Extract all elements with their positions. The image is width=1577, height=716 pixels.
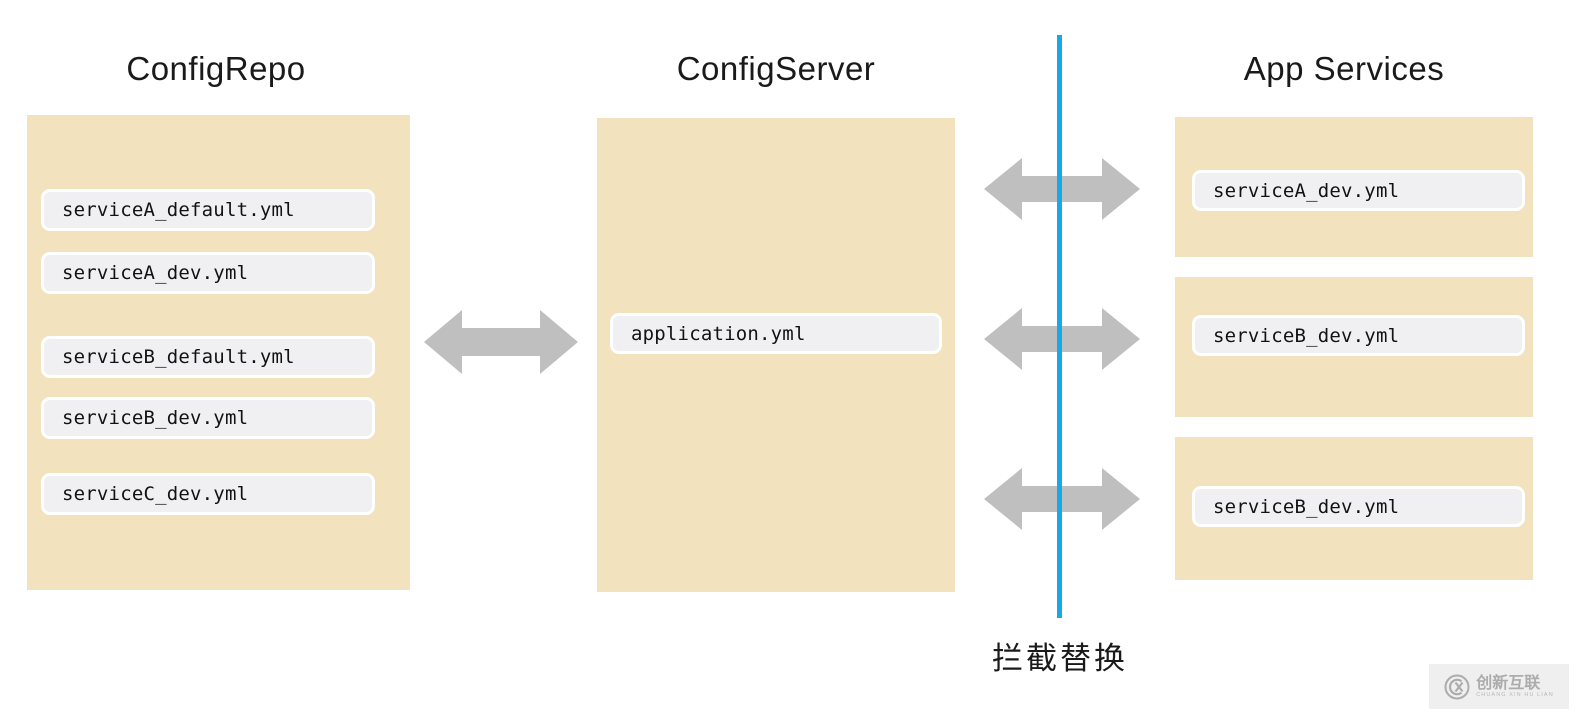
config-server-panel [597, 118, 955, 592]
config-repo-file-chip[interactable]: serviceB_default.yml [41, 336, 375, 378]
double-arrow-icon [424, 310, 578, 374]
interception-line [1057, 35, 1062, 618]
app-service-file-chip[interactable]: serviceB_dev.yml [1192, 315, 1525, 356]
app-service-file-chip[interactable]: serviceB_dev.yml [1192, 486, 1525, 527]
watermark-brand-pinyin: CHUANG XIN HU LIAN [1476, 691, 1554, 698]
watermark-text-block: 创新互联 CHUANG XIN HU LIAN [1476, 672, 1554, 699]
arrow-server-to-app-service-2 [984, 305, 1140, 373]
double-arrow-icon [984, 468, 1140, 530]
config-repo-file-chip[interactable]: serviceA_default.yml [41, 189, 375, 231]
arrow-repo-to-server [424, 306, 578, 378]
intercept-caption: 拦截替换 [992, 641, 1128, 677]
config-repo-file-chip[interactable]: serviceC_dev.yml [41, 473, 375, 515]
diagram-canvas: ConfigRepo ConfigServer App Services ser… [0, 0, 1577, 716]
config-server-file-chip[interactable]: application.yml [610, 313, 942, 354]
arrow-server-to-app-service-3 [984, 465, 1140, 533]
app-service-file-chip[interactable]: serviceA_dev.yml [1192, 170, 1525, 211]
column-title-config-repo: ConfigRepo [126, 50, 306, 87]
arrow-server-to-app-service-1 [984, 155, 1140, 223]
watermark: 创新互联 CHUANG XIN HU LIAN [1429, 664, 1569, 709]
column-title-app-services: App Services [1243, 50, 1445, 87]
config-repo-file-chip[interactable]: serviceB_dev.yml [41, 397, 375, 439]
config-repo-file-chip[interactable]: serviceA_dev.yml [41, 252, 375, 294]
watermark-logo-icon [1444, 674, 1470, 700]
column-title-config-server: ConfigServer [676, 50, 876, 87]
double-arrow-icon [984, 308, 1140, 370]
watermark-brand-cn: 创新互联 [1476, 672, 1541, 692]
double-arrow-icon [984, 158, 1140, 220]
